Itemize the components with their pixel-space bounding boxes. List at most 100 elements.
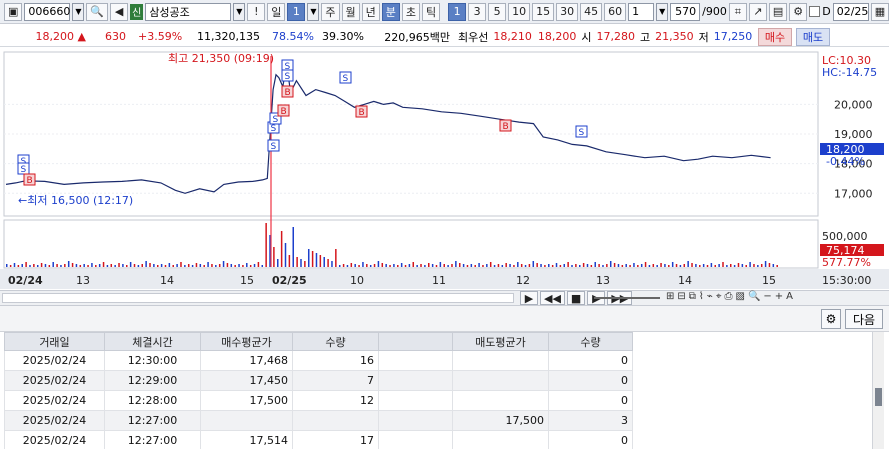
stock-name-field[interactable]: 삼성공조 bbox=[145, 2, 232, 21]
period-minute-button[interactable]: 분 bbox=[381, 2, 400, 21]
col-trade-date[interactable]: 거래일 bbox=[4, 332, 105, 351]
volume-bar bbox=[586, 264, 589, 267]
stock-code-input[interactable]: 006660 bbox=[24, 2, 71, 21]
period-second-button[interactable]: 초 bbox=[401, 2, 421, 21]
volume-bar bbox=[687, 261, 689, 267]
minute-5-button[interactable]: 5 bbox=[488, 2, 507, 21]
volume-bar bbox=[551, 265, 554, 267]
rewind-icon[interactable]: ◀◀ bbox=[540, 291, 565, 305]
table-scrollbar[interactable] bbox=[872, 332, 884, 449]
period-dropdown[interactable]: ▼ bbox=[307, 2, 320, 21]
col-sell-qty[interactable]: 수량 bbox=[548, 332, 633, 351]
table-row[interactable]: 2025/02/24 12:27:00 17,500 3 bbox=[4, 410, 633, 431]
calendar-icon[interactable]: ▦ bbox=[870, 2, 889, 21]
alert-button[interactable]: ! bbox=[247, 2, 266, 21]
zoom-icon[interactable]: 🔍 bbox=[748, 291, 760, 302]
table-row[interactable]: 2025/02/24 12:29:00 17,450 7 0 bbox=[4, 370, 633, 391]
minute-30-button[interactable]: 30 bbox=[556, 2, 579, 21]
layout2-icon[interactable]: ⊟ bbox=[677, 291, 685, 302]
count-input[interactable]: 570 bbox=[670, 2, 701, 21]
sell-marker[interactable]: S bbox=[267, 139, 280, 152]
sell-button[interactable]: 매도 bbox=[796, 28, 830, 46]
font-size-icon[interactable]: A bbox=[786, 291, 793, 302]
volume-bar bbox=[397, 265, 399, 267]
period-day-button[interactable]: 일 bbox=[267, 2, 286, 21]
volume-bar bbox=[606, 264, 608, 267]
cell-buy-qty: 7 bbox=[292, 370, 379, 391]
minute-3-button[interactable]: 3 bbox=[468, 2, 487, 21]
window-icon[interactable]: ▣ bbox=[4, 2, 23, 21]
export-icon[interactable]: ⎙ bbox=[724, 291, 732, 302]
col-buy-avg[interactable]: 매수평균가 bbox=[200, 332, 293, 351]
chart-canvas[interactable]: 최고 21,350 (09:19) ←최저 16,500 (12:17) SSB… bbox=[0, 50, 889, 290]
period-year-button[interactable]: 년 bbox=[361, 2, 380, 21]
indicator-icon[interactable]: ⌁ bbox=[707, 291, 713, 302]
volume-bar bbox=[52, 262, 54, 267]
minute-10-button[interactable]: 10 bbox=[508, 2, 531, 21]
next-button[interactable]: 다음 bbox=[845, 309, 883, 329]
col-sell-avg[interactable]: 매도평균가 bbox=[452, 332, 549, 351]
period-num-button[interactable]: 1 bbox=[287, 2, 306, 21]
best-bid: 18,200 bbox=[537, 30, 577, 43]
col-exec-time[interactable]: 체결시간 bbox=[104, 332, 201, 351]
search-icon[interactable]: 🔍 bbox=[86, 2, 109, 21]
volume-bar bbox=[215, 265, 217, 267]
table-row[interactable]: 2025/02/24 12:27:00 17,514 17 0 bbox=[4, 430, 633, 449]
volume-bar bbox=[44, 264, 47, 267]
date-checkbox[interactable] bbox=[809, 6, 821, 17]
minus-icon[interactable]: − bbox=[763, 291, 771, 302]
sell-marker[interactable]: S bbox=[339, 71, 352, 84]
gear-icon[interactable]: ⚙ bbox=[789, 2, 808, 21]
chart-tools-icon[interactable]: ⌗ bbox=[728, 2, 747, 21]
save-icon[interactable]: ▤ bbox=[768, 2, 788, 21]
minute-15-button[interactable]: 15 bbox=[532, 2, 555, 21]
sell-marker[interactable]: S bbox=[281, 69, 294, 82]
buy-marker[interactable]: B bbox=[277, 104, 290, 117]
date-input[interactable]: 02/25 bbox=[832, 2, 869, 21]
volume-bar bbox=[211, 264, 213, 267]
buy-button[interactable]: 매수 bbox=[758, 28, 792, 46]
interval-input[interactable]: 1 bbox=[628, 2, 655, 21]
volume-bar bbox=[164, 265, 167, 267]
stock-name-dropdown[interactable]: ▼ bbox=[233, 2, 246, 21]
interval-dropdown[interactable]: ▼ bbox=[656, 2, 669, 21]
chart-scrollbar[interactable] bbox=[2, 293, 514, 303]
period-month-button[interactable]: 월 bbox=[341, 2, 360, 21]
speaker-icon[interactable]: ◀ bbox=[110, 2, 129, 21]
stock-code-dropdown[interactable]: ▼ bbox=[72, 2, 85, 21]
period-week-button[interactable]: 주 bbox=[321, 2, 340, 21]
volume-bar bbox=[195, 263, 198, 267]
list-gear-icon[interactable]: ⚙ bbox=[821, 309, 841, 329]
buy-marker[interactable]: B bbox=[23, 173, 36, 186]
volume-bar bbox=[362, 262, 364, 267]
crosshair-icon[interactable]: ⌖ bbox=[716, 291, 722, 302]
overlay-icon[interactable]: ⌇ bbox=[699, 291, 704, 302]
buy-marker[interactable]: B bbox=[499, 119, 512, 132]
stop-icon[interactable]: ■ bbox=[566, 291, 586, 305]
layout-icon[interactable]: ⊞ bbox=[666, 291, 674, 302]
period-tick-button[interactable]: 틱 bbox=[422, 2, 441, 21]
col-buy-qty[interactable]: 수량 bbox=[292, 332, 379, 351]
sell-marker[interactable]: S bbox=[17, 162, 30, 175]
volume-bar bbox=[493, 265, 496, 267]
buy-marker[interactable]: B bbox=[281, 85, 294, 98]
image-icon[interactable]: ▧ bbox=[735, 291, 744, 302]
sell-marker[interactable]: S bbox=[575, 125, 588, 138]
plus-icon[interactable]: + bbox=[775, 291, 783, 302]
price-chart[interactable]: 최고 21,350 (09:19) ←최저 16,500 (12:17) SSB… bbox=[0, 50, 889, 290]
volume-bar bbox=[489, 262, 492, 267]
table-scroll-thumb[interactable] bbox=[875, 388, 882, 406]
volume-bar bbox=[513, 265, 515, 267]
scroll-right-icon[interactable]: ▶ bbox=[520, 291, 538, 305]
table-row[interactable]: 2025/02/24 12:28:00 17,500 12 0 bbox=[4, 390, 633, 411]
buy-marker[interactable]: B bbox=[355, 105, 368, 118]
draw-icon[interactable]: ↗ bbox=[748, 2, 767, 21]
minute-45-button[interactable]: 45 bbox=[580, 2, 603, 21]
volume-tick-label: 500,000 bbox=[822, 230, 868, 243]
zoom-slider[interactable] bbox=[594, 297, 660, 299]
compare-icon[interactable]: ⧉ bbox=[689, 291, 696, 302]
volume-bar bbox=[497, 264, 500, 267]
minute-60-button[interactable]: 60 bbox=[604, 2, 627, 21]
minute-1-button[interactable]: 1 bbox=[448, 2, 467, 21]
table-row[interactable]: 2025/02/24 12:30:00 17,468 16 0 bbox=[4, 350, 633, 371]
